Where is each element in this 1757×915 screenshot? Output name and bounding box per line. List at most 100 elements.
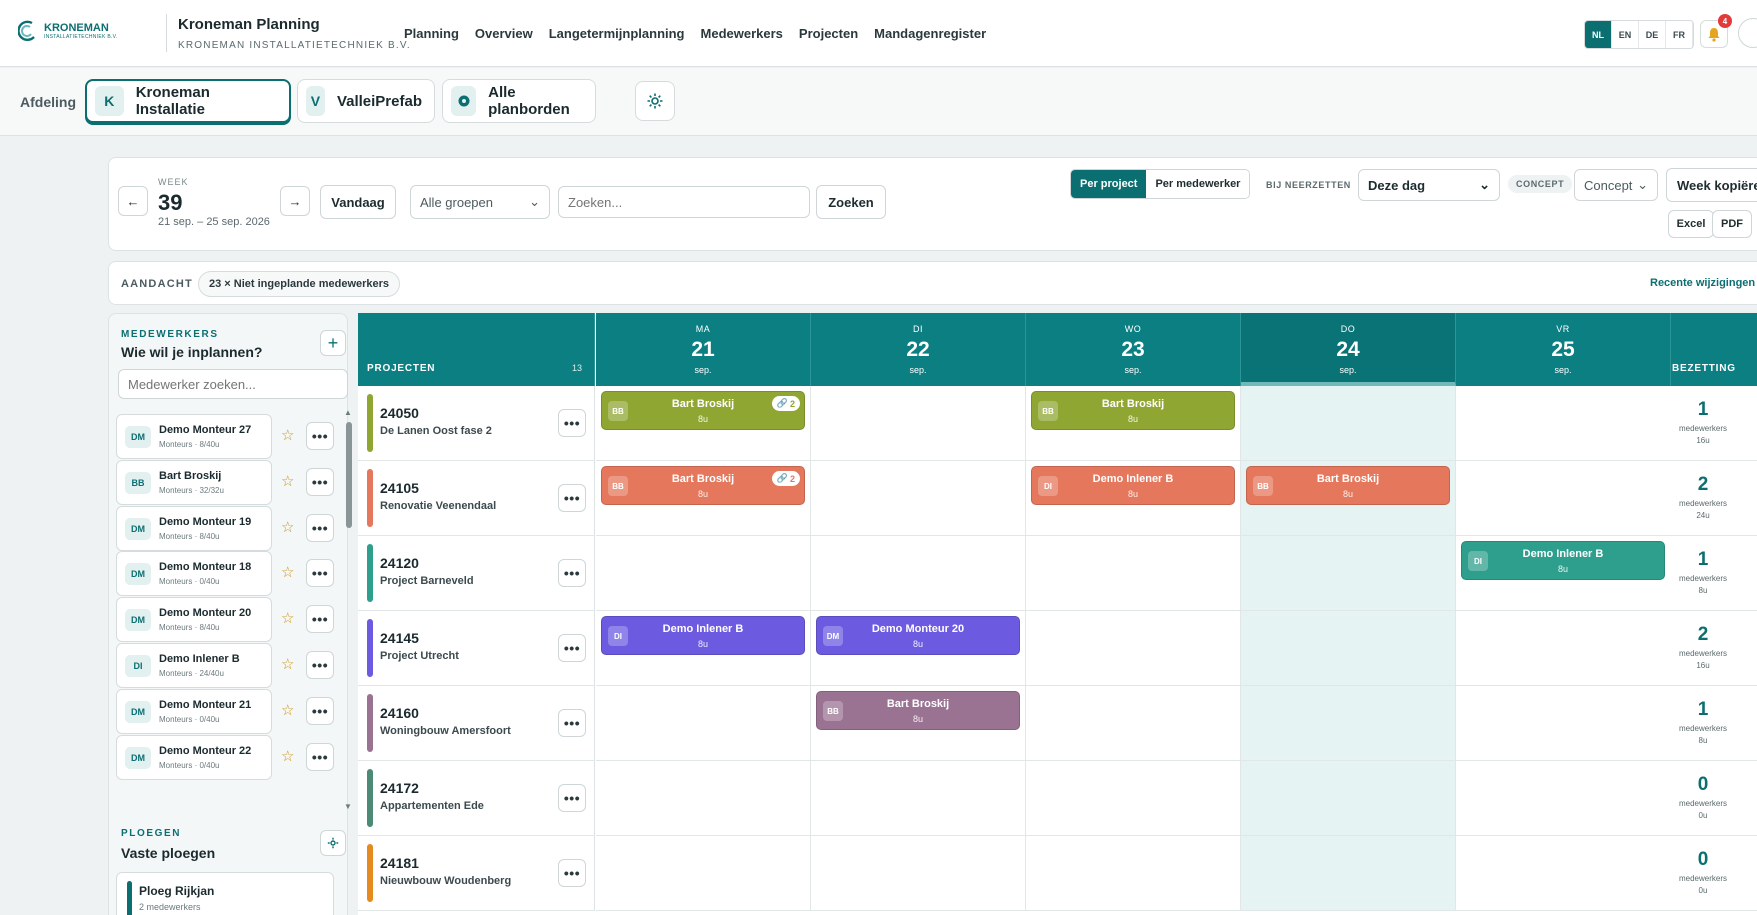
nav-medewerkers[interactable]: Medewerkers (701, 26, 783, 41)
add-employee-button[interactable]: + (320, 330, 346, 356)
assignment-block[interactable]: DI Demo Inlener B 8u (601, 616, 805, 655)
employee-more-button[interactable]: ••• (306, 743, 334, 771)
crew-card[interactable]: Ploeg Rijkjan 2 medewerkers (116, 872, 334, 915)
assignment-block[interactable]: DI Demo Inlener B 8u (1031, 466, 1235, 505)
day-cell[interactable] (1026, 761, 1241, 836)
day-cell[interactable] (1456, 386, 1671, 461)
day-cell[interactable] (1456, 686, 1671, 761)
linked-days-badge[interactable]: 🔗 2 (771, 471, 800, 486)
search-input[interactable] (558, 186, 810, 218)
employee-card[interactable]: DM Demo Monteur 22 Monteurs · 0/40u (116, 735, 272, 780)
day-cell[interactable] (811, 761, 1026, 836)
employee-more-button[interactable]: ••• (306, 651, 334, 679)
day-cell[interactable] (1241, 686, 1456, 761)
day-cell[interactable] (1456, 836, 1671, 911)
export-excel-button[interactable]: Excel (1668, 210, 1714, 238)
day-cell[interactable] (1026, 611, 1241, 686)
day-cell[interactable] (1026, 536, 1241, 611)
lang-nl[interactable]: NL (1585, 21, 1612, 48)
employee-card[interactable]: DM Demo Monteur 18 Monteurs · 0/40u (116, 551, 272, 596)
day-cell[interactable] (1241, 536, 1456, 611)
department-valleiprefab[interactable]: V ValleiPrefab (297, 79, 435, 123)
project-more-button[interactable]: ••• (558, 484, 586, 512)
assignment-block[interactable]: BB Bart Broskij 8u 🔗 2 (601, 466, 805, 505)
department-alle-planborden[interactable]: Alle planborden (442, 79, 596, 123)
project-row-header[interactable]: 24120 Project Barneveld ••• (358, 536, 595, 611)
employee-more-button[interactable]: ••• (306, 514, 334, 542)
project-more-button[interactable]: ••• (558, 409, 586, 437)
employee-more-button[interactable]: ••• (306, 422, 334, 450)
project-row-header[interactable]: 24050 De Lanen Oost fase 2 ••• (358, 386, 595, 461)
project-more-button[interactable]: ••• (558, 634, 586, 662)
day-cell[interactable] (1241, 386, 1456, 461)
scroll-up-icon[interactable]: ▲ (344, 408, 354, 417)
scroll-down-icon[interactable]: ▼ (344, 802, 354, 811)
next-week-button[interactable]: → (280, 186, 310, 216)
project-row-header[interactable]: 24105 Renovatie Veenendaal ••• (358, 461, 595, 536)
project-more-button[interactable]: ••• (558, 859, 586, 887)
project-more-button[interactable]: ••• (558, 709, 586, 737)
day-cell[interactable] (596, 536, 811, 611)
department-kroneman-installatie[interactable]: K Kroneman Installatie (85, 79, 291, 123)
search-button[interactable]: Zoeken (816, 185, 886, 219)
day-cell[interactable] (1456, 611, 1671, 686)
recent-changes-link[interactable]: Recente wijzigingen (1650, 277, 1755, 289)
department-settings-button[interactable] (635, 81, 675, 121)
day-cell[interactable] (811, 386, 1026, 461)
day-cell[interactable] (596, 836, 811, 911)
view-per-medewerker[interactable]: Per medewerker (1146, 170, 1250, 198)
employee-card[interactable]: DI Demo Inlener B Monteurs · 24/40u (116, 643, 272, 688)
company-logo[interactable]: KRONEMAN INSTALLATIETECHNIEK B.V. (18, 20, 118, 42)
export-pdf-button[interactable]: PDF (1712, 210, 1752, 238)
day-cell[interactable] (596, 761, 811, 836)
employee-card[interactable]: BB Bart Broskij Monteurs · 32/32u (116, 460, 272, 505)
day-cell[interactable] (811, 836, 1026, 911)
lang-en[interactable]: EN (1612, 21, 1639, 48)
project-row-header[interactable]: 24160 Woningbouw Amersfoort ••• (358, 686, 595, 761)
day-cell[interactable] (1241, 836, 1456, 911)
project-row-header[interactable]: 24181 Nieuwbouw Woudenberg ••• (358, 836, 595, 911)
project-more-button[interactable]: ••• (558, 784, 586, 812)
assignment-block[interactable]: BB Bart Broskij 8u (1246, 466, 1450, 505)
nav-langetermijnplanning[interactable]: Langetermijnplanning (549, 26, 685, 41)
copy-week-button[interactable]: Week kopiëren (1666, 168, 1757, 202)
assignment-block[interactable]: DI Demo Inlener B 8u (1461, 541, 1665, 580)
employee-search-input[interactable] (118, 369, 348, 399)
day-cell[interactable] (1456, 461, 1671, 536)
lang-de[interactable]: DE (1639, 21, 1666, 48)
today-button[interactable]: Vandaag (320, 185, 396, 219)
crew-settings-button[interactable] (320, 830, 346, 856)
favorite-star-icon[interactable]: ☆ (281, 609, 295, 627)
employee-more-button[interactable]: ••• (306, 559, 334, 587)
nav-overview[interactable]: Overview (475, 26, 533, 41)
favorite-star-icon[interactable]: ☆ (281, 747, 295, 765)
employee-card[interactable]: DM Demo Monteur 21 Monteurs · 0/40u (116, 689, 272, 734)
project-row-header[interactable]: 24145 Project Utrecht ••• (358, 611, 595, 686)
unplanned-employees-pill[interactable]: 23 × Niet ingeplande medewerkers (198, 271, 401, 297)
group-select[interactable]: Alle groepen ⌄ (410, 185, 550, 219)
linked-days-badge[interactable]: 🔗 2 (771, 396, 800, 411)
lang-fr[interactable]: FR (1666, 21, 1693, 48)
favorite-star-icon[interactable]: ☆ (281, 655, 295, 673)
favorite-star-icon[interactable]: ☆ (281, 518, 295, 536)
day-cell[interactable] (1241, 761, 1456, 836)
day-cell[interactable] (1026, 686, 1241, 761)
scrollbar-thumb[interactable] (346, 422, 352, 528)
employee-more-button[interactable]: ••• (306, 697, 334, 725)
prev-week-button[interactable]: ← (118, 186, 148, 216)
favorite-star-icon[interactable]: ☆ (281, 701, 295, 719)
favorite-star-icon[interactable]: ☆ (281, 472, 295, 490)
day-cell[interactable] (811, 536, 1026, 611)
assignment-block[interactable]: BB Bart Broskij 8u (816, 691, 1020, 730)
employee-card[interactable]: DM Demo Monteur 20 Monteurs · 8/40u (116, 597, 272, 642)
drop-mode-select[interactable]: Deze dag ⌄ (1358, 169, 1500, 201)
day-cell[interactable] (1241, 611, 1456, 686)
employee-more-button[interactable]: ••• (306, 605, 334, 633)
nav-planning[interactable]: Planning (404, 26, 459, 41)
favorite-star-icon[interactable]: ☆ (281, 426, 295, 444)
assignment-block[interactable]: BB Bart Broskij 8u (1031, 391, 1235, 430)
employee-card[interactable]: DM Demo Monteur 27 Monteurs · 8/40u (116, 414, 272, 459)
nav-mandagenregister[interactable]: Mandagenregister (874, 26, 986, 41)
day-cell[interactable] (811, 461, 1026, 536)
employee-more-button[interactable]: ••• (306, 468, 334, 496)
